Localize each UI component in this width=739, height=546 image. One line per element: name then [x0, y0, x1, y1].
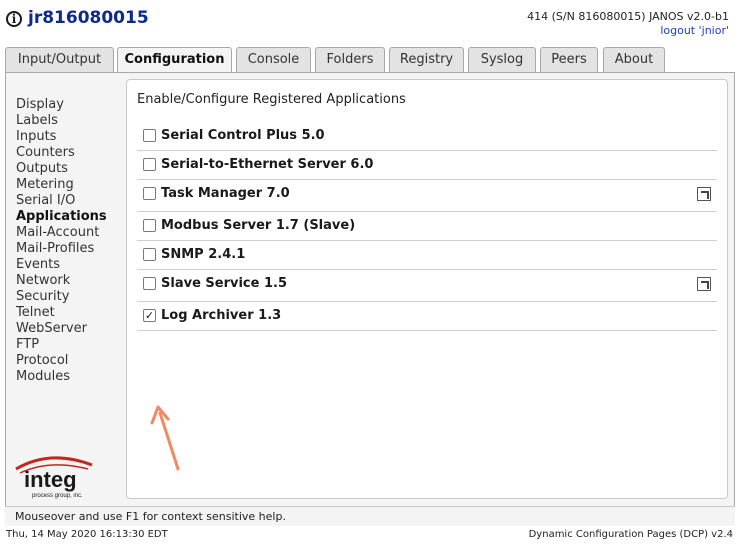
applications-panel: Enable/Configure Registered Applications… [126, 79, 728, 499]
app-checkbox[interactable] [143, 187, 156, 200]
app-row: Task Manager 7.0 [137, 180, 717, 212]
sidebar-item-modules[interactable]: Modules [16, 369, 126, 385]
tab-bar: Input/Output Configuration Console Folde… [0, 47, 739, 74]
sidebar-item-ftp[interactable]: FTP [16, 337, 126, 353]
app-row: Serial-to-Ethernet Server 6.0 [137, 151, 717, 180]
sidebar-item-counters[interactable]: Counters [16, 145, 126, 161]
tab-folders[interactable]: Folders [315, 47, 385, 72]
sidebar-item-display[interactable]: Display [16, 97, 126, 113]
sidebar-item-mail-profiles[interactable]: Mail-Profiles [16, 241, 126, 257]
tab-about[interactable]: About [603, 47, 665, 72]
annotation-arrow-icon [150, 405, 180, 471]
app-checkbox[interactable] [143, 158, 156, 171]
hostname-title: jr816080015 [28, 8, 149, 28]
integ-logo: integ process group, inc. [10, 451, 100, 501]
sidebar-item-webserver[interactable]: WebServer [16, 321, 126, 337]
app-name: Log Archiver 1.3 [161, 308, 282, 323]
app-row: SNMP 2.4.1 [137, 241, 717, 270]
sidebar-item-protocol[interactable]: Protocol [16, 353, 126, 369]
logo-tagline: process group, inc. [32, 493, 83, 499]
integ-logo-mark: integ process group, inc. [15, 456, 93, 499]
device-info: 414 (S/N 816080015) JANOS v2.0-b1 [527, 10, 729, 23]
open-config-icon[interactable] [697, 277, 711, 291]
sidebar-item-outputs[interactable]: Outputs [16, 161, 126, 177]
sidebar-item-labels[interactable]: Labels [16, 113, 126, 129]
sidebar-item-serial-io[interactable]: Serial I/O [16, 193, 126, 209]
app-checkbox[interactable] [143, 277, 156, 290]
tab-configuration[interactable]: Configuration [117, 47, 232, 74]
footer-timestamp: Thu, 14 May 2020 16:13:30 EDT [6, 529, 168, 540]
app-checkbox-checked[interactable]: ✓ [143, 309, 156, 322]
tab-input-output[interactable]: Input/Output [5, 47, 114, 72]
sidebar-item-events[interactable]: Events [16, 257, 126, 273]
sidebar-item-metering[interactable]: Metering [16, 177, 126, 193]
app-name: Serial Control Plus 5.0 [161, 128, 325, 143]
logout-link[interactable]: logout 'jnior' [660, 24, 729, 37]
panel-title: Enable/Configure Registered Applications [137, 92, 406, 107]
logo-wordmark: integ [24, 467, 77, 492]
sidebar-item-security[interactable]: Security [16, 289, 126, 305]
open-config-icon[interactable] [697, 187, 711, 201]
app-checkbox[interactable] [143, 129, 156, 142]
app-name: Slave Service 1.5 [161, 276, 288, 291]
info-icon[interactable]: i [6, 11, 22, 27]
app-name: Task Manager 7.0 [161, 186, 290, 201]
sidebar-item-network[interactable]: Network [16, 273, 126, 289]
header: i jr816080015 414 (S/N 816080015) JANOS … [0, 0, 739, 44]
tab-console[interactable]: Console [236, 47, 311, 72]
sidebar-item-applications[interactable]: Applications [16, 209, 126, 225]
app-name: Modbus Server 1.7 (Slave) [161, 218, 356, 233]
app-checkbox[interactable] [143, 219, 156, 232]
app-checkbox[interactable] [143, 248, 156, 261]
main-frame: Display Labels Inputs Counters Outputs M… [5, 72, 735, 526]
sidebar-item-inputs[interactable]: Inputs [16, 129, 126, 145]
tab-registry[interactable]: Registry [389, 47, 464, 72]
tab-peers[interactable]: Peers [540, 47, 598, 72]
app-row: ✓ Log Archiver 1.3 [137, 302, 717, 331]
app-row: Modbus Server 1.7 (Slave) [137, 212, 717, 241]
help-bar: Mouseover and use F1 for context sensiti… [5, 506, 735, 526]
sidebar: Display Labels Inputs Counters Outputs M… [16, 97, 126, 385]
app-name: Serial-to-Ethernet Server 6.0 [161, 157, 374, 172]
tab-syslog[interactable]: Syslog [468, 47, 536, 72]
app-row: Serial Control Plus 5.0 [137, 122, 717, 151]
app-row: Slave Service 1.5 [137, 270, 717, 302]
footer-version: Dynamic Configuration Pages (DCP) v2.4 [528, 529, 733, 540]
sidebar-item-telnet[interactable]: Telnet [16, 305, 126, 321]
sidebar-item-mail-account[interactable]: Mail-Account [16, 225, 126, 241]
app-name: SNMP 2.4.1 [161, 247, 246, 262]
